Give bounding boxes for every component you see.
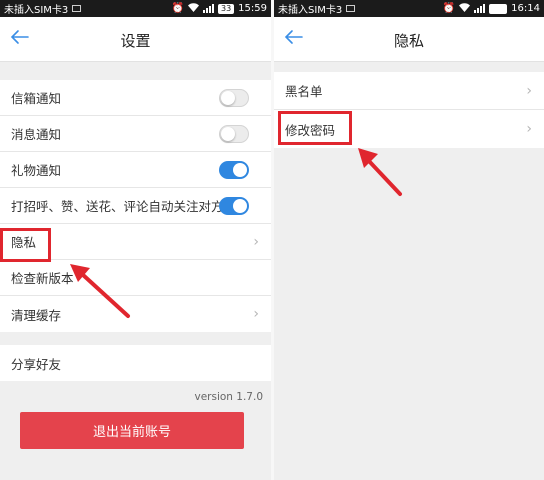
logout-button[interactable]: 退出当前账号 [20,412,244,449]
page-title: 隐私 [393,32,424,50]
blacklist-row[interactable]: 黑名单 › [274,72,544,110]
version-text: version 1.7.0 [194,391,263,403]
clock: 16:14 [511,3,540,14]
share-friends-row[interactable]: 分享好友 [0,345,271,381]
status-bar: 未插入SIM卡3 ⏰ 33 15:59 [0,0,271,17]
setting-label: 信箱通知 [11,91,62,106]
battery-icon [489,3,508,14]
auto-follow-toggle[interactable] [219,197,249,215]
header: 隐私 [274,17,544,62]
wifi-icon [187,2,199,15]
alarm-icon: ⏰ [442,2,456,14]
chevron-right-icon: › [253,233,259,250]
setting-label: 礼物通知 [11,163,62,178]
carrier-text: 未插入SIM卡3 [4,5,69,16]
alarm-icon: ⏰ [171,2,184,14]
settings-screen: 未插入SIM卡3 ⏰ 33 15:59 设置 信箱通知 消息通知 礼物通知 打招… [0,0,271,480]
page-title: 设置 [120,32,151,50]
chevron-right-icon: › [253,306,259,322]
red-arrow-icon [358,148,402,196]
setting-label: 打招呼、赞、送花、评论自动关注对方 [11,199,224,214]
item-label: 黑名单 [285,84,323,99]
signal-icon [474,4,486,13]
red-arrow-icon [70,264,130,318]
carrier-text: 未插入SIM卡3 [278,5,343,16]
message-notify-toggle[interactable] [219,125,249,143]
setting-label: 消息通知 [11,127,62,142]
signal-icon [202,4,214,13]
header: 设置 [0,17,271,62]
setting-mailbox-notify: 信箱通知 [0,80,271,116]
setting-message-notify: 消息通知 [0,116,271,152]
image-notification-icon [72,5,82,12]
mailbox-notify-toggle[interactable] [219,89,249,107]
setting-gift-notify: 礼物通知 [0,152,271,188]
share-label: 分享好友 [11,356,62,372]
clock: 15:59 [238,3,267,14]
highlight-box-change-password [278,111,352,145]
battery-indicator: 33 [217,3,235,14]
status-bar: 未插入SIM卡3 ⏰ 16:14 [274,0,544,17]
chevron-right-icon: › [526,82,532,99]
gift-notify-toggle[interactable] [219,161,249,179]
privacy-screen: 未插入SIM卡3 ⏰ 16:14 隐私 黑名单 › 修改密码 › [274,0,544,480]
setting-label: 清理缓存 [11,307,62,323]
wifi-icon [459,2,471,15]
image-notification-icon [346,5,356,12]
highlight-box-privacy [0,228,51,262]
chevron-right-icon: › [526,121,532,137]
setting-auto-follow: 打招呼、赞、送花、评论自动关注对方 [0,188,271,224]
share-group: 分享好友 [0,345,271,381]
